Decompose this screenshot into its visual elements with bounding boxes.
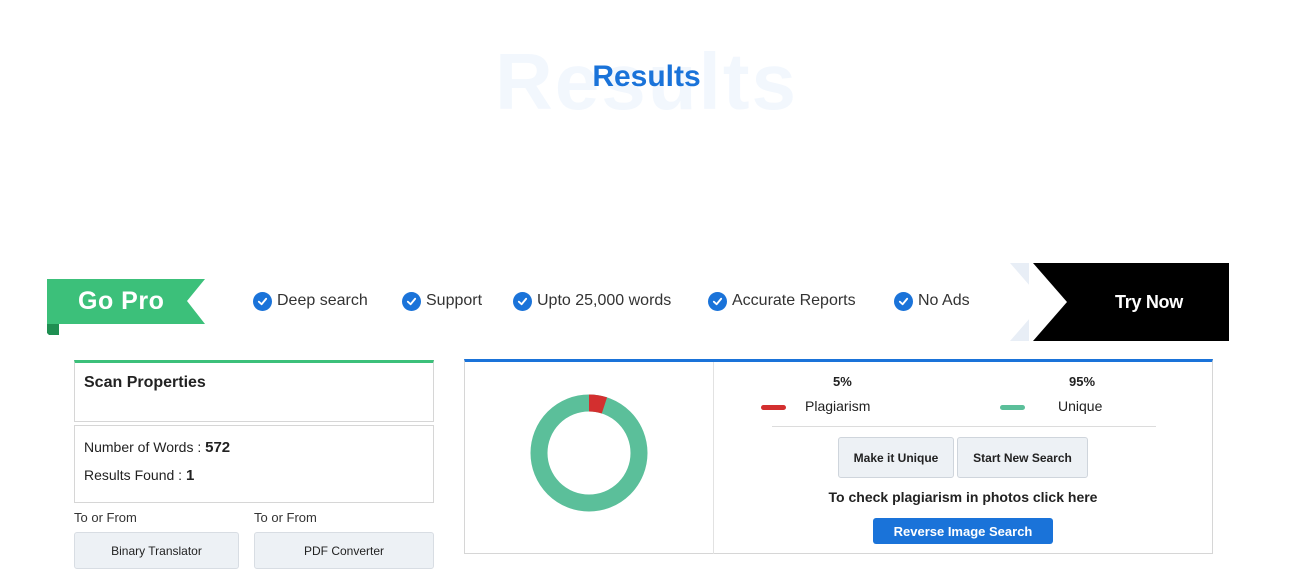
- unique-legend-label: Unique: [1058, 398, 1103, 414]
- scan-properties-title: Scan Properties: [84, 374, 206, 391]
- tool-caption: To or From: [74, 510, 137, 525]
- results-found-value: 1: [185, 467, 195, 484]
- photo-plagiarism-text: To check plagiarism in photos click here: [828, 489, 1098, 505]
- plagiarism-donut-chart: [530, 394, 648, 512]
- feature-label: No Ads: [918, 292, 970, 309]
- feature-no-ads: No Ads: [894, 290, 970, 312]
- scan-stats-panel: [74, 425, 434, 503]
- results-found-label: Results Found :: [84, 467, 183, 483]
- start-new-search-button[interactable]: Start New Search: [957, 437, 1088, 478]
- unique-legend-swatch: [1000, 405, 1025, 410]
- word-count: Number of Words : 572: [84, 439, 230, 456]
- pdf-converter-button[interactable]: PDF Converter: [254, 532, 434, 569]
- check-icon: [708, 291, 727, 311]
- reverse-image-search-button[interactable]: Reverse Image Search: [873, 518, 1053, 544]
- unique-percent: 95%: [1069, 374, 1096, 389]
- go-pro-label: Go Pro: [78, 287, 165, 315]
- feature-word-limit: Upto 25,000 words: [513, 290, 671, 312]
- feature-accurate-reports: Accurate Reports: [708, 290, 856, 312]
- feature-label: Accurate Reports: [732, 292, 856, 309]
- check-icon: [513, 291, 532, 311]
- results-found: Results Found : 1: [84, 467, 194, 484]
- word-count-label: Number of Words :: [84, 439, 202, 455]
- donut-unique-ring: [530, 394, 648, 512]
- check-icon: [402, 291, 421, 311]
- feature-label: Upto 25,000 words: [537, 292, 672, 309]
- word-count-value: 572: [205, 439, 231, 456]
- legend-separator: [772, 426, 1156, 427]
- try-now-button[interactable]: Try Now: [1029, 263, 1269, 341]
- feature-support: Support: [402, 290, 482, 312]
- plagiarism-legend-label: Plagiarism: [805, 398, 871, 414]
- feature-label: Deep search: [277, 292, 368, 309]
- check-icon: [253, 291, 272, 311]
- plagiarism-legend-swatch: [761, 405, 786, 410]
- results-divider: [713, 362, 714, 554]
- feature-label: Support: [426, 292, 483, 309]
- binary-translator-button[interactable]: Binary Translator: [74, 532, 239, 569]
- tool-caption: To or From: [254, 510, 317, 525]
- feature-deep-search: Deep search: [253, 290, 368, 312]
- make-it-unique-button[interactable]: Make it Unique: [838, 437, 954, 478]
- check-icon: [894, 291, 913, 311]
- plagiarism-percent: 5%: [833, 374, 852, 389]
- page-title: Results: [592, 60, 701, 93]
